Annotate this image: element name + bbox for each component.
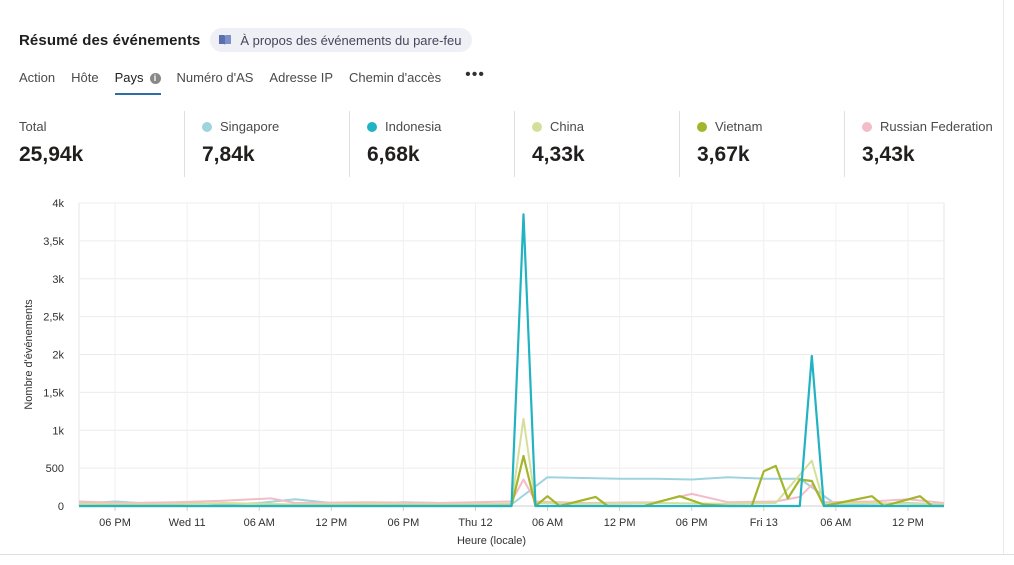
x-tick-label: 12 PM	[315, 517, 347, 529]
legend-dot	[697, 121, 707, 132]
tab-host[interactable]: Hôte	[71, 70, 98, 94]
stat-label: Total	[19, 119, 47, 134]
tab-path[interactable]: Chemin d'accès	[349, 70, 441, 94]
stat-value: 25,94k	[19, 143, 84, 166]
card-divider	[0, 554, 1014, 555]
stat-label: Vietnam	[715, 119, 763, 134]
stat-vietnam[interactable]: Vietnam 3,67k	[679, 111, 844, 177]
x-tick-label: 06 AM	[820, 517, 851, 529]
legend-dot	[532, 121, 542, 132]
y-tick-label: 0	[58, 501, 64, 513]
stat-label: Indonesia	[385, 119, 442, 134]
x-tick-label: 06 PM	[676, 517, 708, 529]
stat-value: 7,84k	[202, 143, 255, 166]
tab-country-label: Pays	[114, 70, 144, 85]
x-tick-label: Fri 13	[750, 517, 778, 529]
y-tick-label: 1k	[52, 425, 64, 437]
stat-label: Russian Federation	[880, 119, 993, 134]
stat-label: Singapore	[220, 119, 280, 134]
tab-country[interactable]: Pays i	[114, 70, 161, 95]
tab-bar: Action Hôte Pays i Numéro d'AS Adresse IP…	[19, 66, 485, 95]
stat-label: China	[550, 119, 584, 134]
tab-action[interactable]: Action	[19, 70, 55, 94]
stat-singapore[interactable]: Singapore 7,84k	[184, 111, 349, 177]
y-axis-title: Nombre d'événements	[23, 299, 35, 410]
x-axis-title: Heure (locale)	[457, 535, 526, 547]
stat-value: 4,33k	[532, 143, 585, 166]
y-tick-label: 1,5k	[43, 387, 64, 399]
x-tick-label: 06 AM	[532, 517, 563, 529]
y-tick-label: 3,5k	[43, 236, 64, 248]
x-tick-label: 12 PM	[892, 517, 924, 529]
legend-dot	[862, 121, 872, 132]
stats-row: Total 25,94k Singapore 7,84k Indonesia 6…	[19, 111, 1004, 177]
y-tick-label: 2,5k	[43, 312, 64, 324]
about-link-label: À propos des événements du pare-feu	[240, 32, 462, 48]
stat-value: 3,67k	[697, 143, 750, 166]
book-icon	[219, 35, 232, 45]
y-tick-label: 2k	[52, 350, 64, 362]
events-line-chart[interactable]: 0 500 1k 1,5k 2k 2,5k 3k 3,5k 4k 06 PM Wed 11 06 AM…	[0, 190, 1000, 552]
series-line-indonesia	[79, 213, 944, 508]
tab-as-number[interactable]: Numéro d'AS	[177, 70, 254, 94]
stat-china[interactable]: China 4,33k	[514, 111, 679, 177]
stat-value: 3,43k	[862, 143, 915, 166]
x-tick-label: 12 PM	[604, 517, 636, 529]
x-tick-label: Thu 12	[458, 517, 492, 529]
x-tick-label: 06 PM	[99, 517, 131, 529]
x-tick-label: 06 PM	[387, 517, 419, 529]
page-title: Résumé des événements	[19, 31, 201, 49]
stat-indonesia[interactable]: Indonesia 6,68k	[349, 111, 514, 177]
about-firewall-events-link[interactable]: À propos des événements du pare-feu	[210, 28, 472, 52]
card-border	[1003, 0, 1004, 555]
info-icon[interactable]: i	[149, 73, 161, 84]
x-tick-label: Wed 11	[169, 517, 206, 529]
stat-russian-federation[interactable]: Russian Federation 3,43k	[844, 111, 1004, 177]
more-options-icon[interactable]: •••	[465, 66, 485, 94]
legend-dot	[367, 121, 377, 132]
y-tick-label: 500	[46, 463, 64, 475]
stat-value: 6,68k	[367, 143, 420, 166]
y-tick-label: 3k	[52, 274, 64, 286]
x-tick-label: 06 AM	[244, 517, 275, 529]
tab-ip-address[interactable]: Adresse IP	[269, 70, 333, 94]
y-tick-label: 4k	[52, 198, 64, 210]
stat-total: Total 25,94k	[19, 111, 184, 177]
legend-dot	[202, 121, 212, 132]
card-header: Résumé des événements À propos des événe…	[19, 28, 472, 52]
